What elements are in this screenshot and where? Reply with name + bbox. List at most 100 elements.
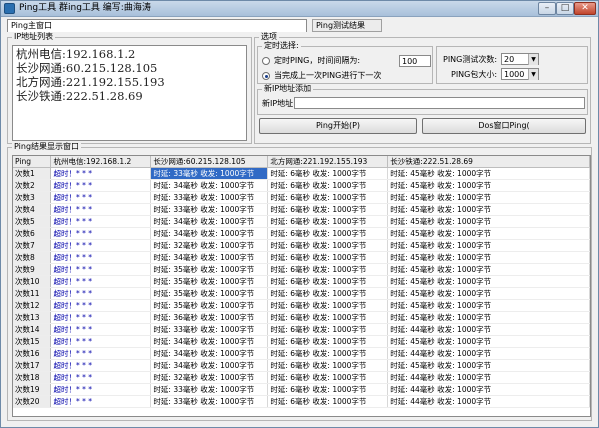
options-group: 选项 定时选择: 定时PING，时间间隔为: 100 当完成上一次PING进行下…: [254, 32, 591, 144]
table-cell: 时延: 34毫秒 收发: 1000字节: [150, 347, 269, 361]
results-group: Ping结果显示窗口 Ping 杭州电信:192.168.1.2 长沙网通:60…: [7, 142, 592, 421]
ip-list-line: 杭州电信:192.168.1.2: [16, 47, 136, 61]
table-row[interactable]: 次数11 超时！* * * 时延: 35毫秒 收发: 1000字节 时延: 6毫秒 收…: [13, 287, 590, 301]
table-cell: 时延: 33毫秒 收发: 1000字节: [150, 203, 269, 217]
table-cell: 时延: 45毫秒 收发: 1000字节: [387, 287, 590, 301]
table-row[interactable]: 次数10 超时！* * * 时延: 35毫秒 收发: 1000字节 时延: 6毫秒 收…: [13, 275, 590, 289]
table-cell: 时延: 34毫秒 收发: 1000字节: [150, 359, 269, 373]
table-cell: 时延: 6毫秒 收发: 1000字节: [267, 251, 389, 265]
table-cell: 时延: 44毫秒 收发: 1000字节: [387, 395, 590, 409]
ping-count-select[interactable]: 20 ▼: [501, 53, 539, 65]
title-bar[interactable]: Ping工具 群ing工具 编写:曲海涛 – □ ✕: [1, 1, 598, 17]
table-cell: 时延: 45毫秒 收发: 1000字节: [387, 215, 590, 229]
table-row[interactable]: 次数6 超时！* * * 时延: 34毫秒 收发: 1000字节 时延: 6毫秒 收发…: [13, 227, 590, 241]
table-row[interactable]: 次数2 超时！* * * 时延: 34毫秒 收发: 1000字节 时延: 6毫秒 收发…: [13, 179, 590, 193]
row-header-cell: 次数7: [13, 239, 52, 253]
table-cell: 时延: 44毫秒 收发: 1000字节: [387, 371, 590, 385]
table-cell: 时延: 34毫秒 收发: 1000字节: [150, 215, 269, 229]
table-row[interactable]: 次数4 超时！* * * 时延: 33毫秒 收发: 1000字节 时延: 6毫秒 收发…: [13, 203, 590, 217]
table-cell: 超时！* * *: [50, 323, 152, 337]
table-cell: 超时！* * *: [50, 191, 152, 205]
sequential-radio[interactable]: [262, 72, 270, 80]
table-cell: 时延: 6毫秒 收发: 1000字节: [267, 335, 389, 349]
dos-window-ping-button[interactable]: Dos窗口Ping(: [422, 118, 586, 134]
table-row[interactable]: 次数1 超时！* * * 时延: 33毫秒 收发: 1000字节 时延: 6毫秒 收发…: [13, 167, 590, 181]
table-cell: 时延: 36毫秒 收发: 1000字节: [150, 311, 269, 325]
table-row[interactable]: 次数5 超时！* * * 时延: 34毫秒 收发: 1000字节 时延: 6毫秒 收发…: [13, 215, 590, 229]
results-table[interactable]: Ping 杭州电信:192.168.1.2 长沙网通:60.215.128.10…: [12, 155, 591, 417]
new-ip-input[interactable]: [294, 97, 585, 109]
table-cell: 时延: 34毫秒 收发: 1000字节: [150, 227, 269, 241]
table-cell: 时延: 6毫秒 收发: 1000字节: [267, 239, 389, 253]
table-row[interactable]: 次数16 超时！* * * 时延: 34毫秒 收发: 1000字节 时延: 6毫秒 收…: [13, 347, 590, 361]
app-icon: [4, 3, 15, 14]
table-row[interactable]: 次数8 超时！* * * 时延: 34毫秒 收发: 1000字节 时延: 6毫秒 收发…: [13, 251, 590, 265]
row-header-cell: 次数12: [13, 299, 52, 313]
table-cell: 时延: 34毫秒 收发: 1000字节: [150, 335, 269, 349]
table-row[interactable]: 次数19 超时！* * * 时延: 33毫秒 收发: 1000字节 时延: 6毫秒 收…: [13, 383, 590, 397]
table-row[interactable]: 次数9 超时！* * * 时延: 35毫秒 收发: 1000字节 时延: 6毫秒 收发…: [13, 263, 590, 277]
table-row[interactable]: 次数12 超时！* * * 时延: 35毫秒 收发: 1000字节 时延: 6毫秒 收…: [13, 299, 590, 313]
table-row[interactable]: 次数18 超时！* * * 时延: 32毫秒 收发: 1000字节 时延: 6毫秒 收…: [13, 371, 590, 385]
tab-ping-main[interactable]: Ping主窗口: [7, 19, 307, 32]
main-window: Ping工具 群ing工具 编写:曲海涛 – □ ✕ Ping主窗口 Ping测…: [0, 0, 599, 428]
row-header-cell: 次数4: [13, 203, 52, 217]
table-row[interactable]: 次数17 超时！* * * 时延: 34毫秒 收发: 1000字节 时延: 6毫秒 收…: [13, 359, 590, 373]
table-cell: 时延: 44毫秒 收发: 1000字节: [387, 347, 590, 361]
timer-legend: 定时选择:: [262, 41, 301, 51]
table-cell: 超时！* * *: [50, 359, 152, 373]
table-cell: 时延: 45毫秒 收发: 1000字节: [387, 179, 590, 193]
table-cell: 时延: 6毫秒 收发: 1000字节: [267, 395, 389, 409]
table-row[interactable]: 次数7 超时！* * * 时延: 32毫秒 收发: 1000字节 时延: 6毫秒 收发…: [13, 239, 590, 253]
ip-list-line: 长沙铁通:222.51.28.69: [16, 89, 143, 103]
table-cell: 时延: 6毫秒 收发: 1000字节: [267, 179, 389, 193]
row-header-cell: 次数17: [13, 359, 52, 373]
column-header[interactable]: 长沙铁通:222.51.28.69: [387, 156, 590, 169]
new-ip-legend: 新IP地址添加: [262, 84, 314, 94]
minimize-button[interactable]: –: [538, 2, 556, 15]
table-row[interactable]: 次数20 超时！* * * 时延: 33毫秒 收发: 1000字节 时延: 6毫秒 收…: [13, 395, 590, 409]
table-cell: 时延: 33毫秒 收发: 1000字节: [150, 383, 269, 397]
column-header[interactable]: 北方网通:221.192.155.193: [267, 156, 389, 169]
table-cell: 时延: 6毫秒 收发: 1000字节: [267, 359, 389, 373]
ping-start-button[interactable]: Ping开始(P): [259, 118, 417, 134]
table-cell: 时延: 33毫秒 收发: 1000字节: [150, 395, 269, 409]
ping-count-label: PING测试次数:: [443, 55, 498, 64]
tab-ping-results[interactable]: Ping测试结果: [312, 19, 382, 32]
ip-list-textarea[interactable]: 杭州电信:192.168.1.2 长沙网通:60.215.128.105 北方网…: [12, 45, 247, 141]
table-cell: 时延: 45毫秒 收发: 1000字节: [387, 299, 590, 313]
ping-count-value: 20: [504, 55, 515, 64]
table-cell: 时延: 6毫秒 收发: 1000字节: [267, 347, 389, 361]
row-header-cell: 次数11: [13, 287, 52, 301]
table-cell: 时延: 45毫秒 收发: 1000字节: [387, 227, 590, 241]
column-header[interactable]: 杭州电信:192.168.1.2: [50, 156, 152, 169]
table-cell: 时延: 6毫秒 收发: 1000字节: [267, 191, 389, 205]
table-cell: 超时！* * *: [50, 167, 152, 181]
table-cell: 时延: 45毫秒 收发: 1000字节: [387, 311, 590, 325]
table-row[interactable]: 次数3 超时！* * * 时延: 33毫秒 收发: 1000字节 时延: 6毫秒 收发…: [13, 191, 590, 205]
close-button[interactable]: ✕: [574, 2, 596, 15]
row-header-cell: 次数1: [13, 167, 52, 181]
table-row[interactable]: 次数14 超时！* * * 时延: 33毫秒 收发: 1000字节 时延: 6毫秒 收…: [13, 323, 590, 337]
table-row[interactable]: 次数13 超时！* * * 时延: 36毫秒 收发: 1000字节 时延: 6毫秒 收…: [13, 311, 590, 325]
table-cell: 时延: 6毫秒 收发: 1000字节: [267, 299, 389, 313]
packet-size-value: 1000: [504, 70, 525, 79]
column-header[interactable]: Ping: [13, 156, 52, 169]
maximize-button[interactable]: □: [556, 2, 574, 15]
row-header-cell: 次数20: [13, 395, 52, 409]
interval-radio[interactable]: [262, 57, 270, 65]
packet-size-select[interactable]: 1000 ▼: [501, 68, 539, 80]
column-header[interactable]: 长沙网通:60.215.128.105: [150, 156, 269, 169]
table-cell: 超时！* * *: [50, 203, 152, 217]
table-cell: 时延: 35毫秒 收发: 1000字节: [150, 263, 269, 277]
interval-input[interactable]: 100: [399, 55, 431, 67]
table-cell: 时延: 33毫秒 收发: 1000字节: [150, 167, 269, 181]
table-cell: 时延: 33毫秒 收发: 1000字节: [150, 323, 269, 337]
table-cell: 超时！* * *: [50, 395, 152, 409]
table-cell: 超时！* * *: [50, 239, 152, 253]
table-cell: 超时！* * *: [50, 335, 152, 349]
table-cell: 时延: 35毫秒 收发: 1000字节: [150, 287, 269, 301]
table-cell: 时延: 45毫秒 收发: 1000字节: [387, 191, 590, 205]
results-grid: Ping 杭州电信:192.168.1.2 长沙网通:60.215.128.10…: [13, 156, 590, 409]
table-row[interactable]: 次数15 超时！* * * 时延: 34毫秒 收发: 1000字节 时延: 6毫秒 收…: [13, 335, 590, 349]
